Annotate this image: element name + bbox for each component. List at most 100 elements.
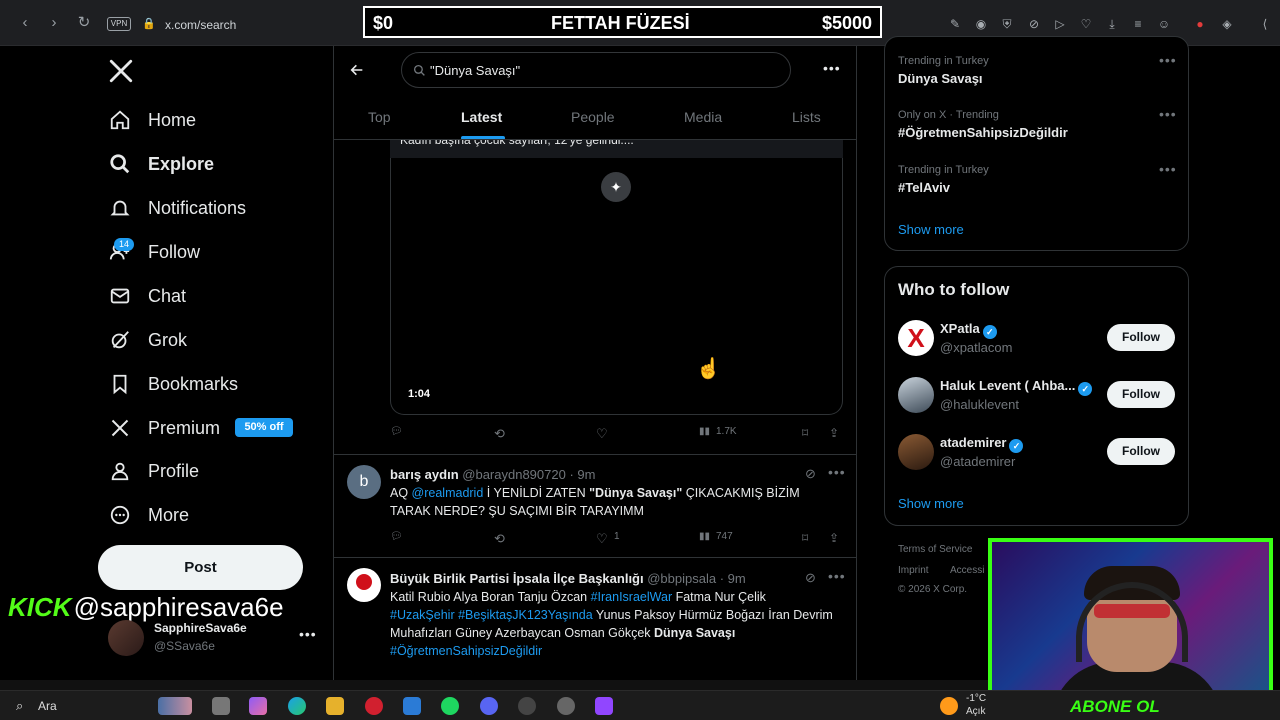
follow-button[interactable]: Follow xyxy=(1107,381,1175,408)
tab-latest[interactable]: Latest xyxy=(461,109,502,125)
opera-icon[interactable] xyxy=(365,697,383,715)
sparkle-icon[interactable]: ✦ xyxy=(601,172,631,202)
edge-icon[interactable] xyxy=(288,697,306,715)
x-logo-icon[interactable] xyxy=(108,58,134,84)
sidebar-item-notifications[interactable]: Notifications xyxy=(108,193,246,223)
vpn-badge[interactable]: VPN xyxy=(107,17,131,31)
account-icon[interactable]: ☺ xyxy=(1157,17,1171,31)
extension-icon[interactable]: ● xyxy=(1193,17,1207,31)
avatar[interactable] xyxy=(898,434,934,470)
trend-menu-icon[interactable]: ••• xyxy=(1159,161,1177,177)
mention-link[interactable]: @realmadrid xyxy=(412,486,484,500)
copilot-icon[interactable] xyxy=(249,697,267,715)
tweet-author[interactable]: barış aydın @baraydn890720 · 9m xyxy=(390,467,595,482)
reply-icon[interactable]: 💬︎ xyxy=(390,531,403,542)
camera-icon[interactable]: ◉ xyxy=(974,17,988,31)
twitch-icon[interactable] xyxy=(595,697,613,715)
search-input[interactable]: "Dünya Savaşı" xyxy=(401,52,791,88)
follow-account-name[interactable]: Haluk Levent ( Ahba... ✓ xyxy=(940,378,1093,396)
task-view-icon[interactable] xyxy=(212,697,230,715)
widget-icon[interactable] xyxy=(158,697,192,715)
trend-menu-icon[interactable]: ••• xyxy=(1159,106,1177,122)
menu-icon[interactable]: ≡ xyxy=(1131,17,1145,31)
tab-lists[interactable]: Lists xyxy=(792,109,821,125)
cube-icon[interactable]: ◈ xyxy=(1220,17,1234,31)
avatar[interactable] xyxy=(108,620,144,656)
post-button[interactable]: Post xyxy=(98,545,303,590)
block-icon[interactable]: ⊘ xyxy=(1027,17,1041,31)
tweet-author[interactable]: Büyük Birlik Partisi İpsala İlçe Başkanl… xyxy=(390,571,746,586)
sidebar-item-profile[interactable]: Profile xyxy=(108,456,199,486)
tab-media[interactable]: Media xyxy=(684,109,722,125)
trend-menu-icon[interactable]: ••• xyxy=(1159,52,1177,68)
follow-account-name[interactable]: XPatla ✓ xyxy=(940,321,997,339)
sidebar-item-more[interactable]: More xyxy=(108,500,189,530)
avatar[interactable]: b xyxy=(347,465,381,499)
avatar[interactable] xyxy=(347,568,381,602)
follow-button[interactable]: Follow xyxy=(1107,438,1175,465)
download-icon[interactable]: ⤓ xyxy=(1105,17,1119,31)
hashtag-link[interactable]: #BeşiktaşJK123Yaşında xyxy=(458,608,593,622)
terms-link[interactable]: Terms of Service xyxy=(898,544,972,555)
address-bar[interactable]: x.com/search xyxy=(165,18,236,32)
spotify-icon[interactable] xyxy=(441,697,459,715)
sidebar-item-grok[interactable]: Grok xyxy=(108,325,187,355)
hashtag-link[interactable]: #IranIsraelWar xyxy=(591,590,673,604)
play-icon[interactable]: ▷ xyxy=(1053,17,1067,31)
follow-account-name[interactable]: atademirer ✓ xyxy=(940,435,1024,453)
show-more-link[interactable]: Show more xyxy=(898,496,964,511)
sidebar-item-home[interactable]: Home xyxy=(108,105,196,135)
back-arrow-icon[interactable]: ‹ xyxy=(16,14,34,32)
show-more-link[interactable]: Show more xyxy=(898,222,964,237)
sidebar-item-chat[interactable]: Chat xyxy=(108,281,186,311)
tweet-menu-icon[interactable]: ••• xyxy=(828,568,846,584)
reload-icon[interactable]: ↻ xyxy=(75,14,93,32)
trend-name[interactable]: #TelAviv xyxy=(898,180,950,195)
horizontal-scrollbar[interactable] xyxy=(0,680,988,690)
edit-icon[interactable]: ✎ xyxy=(948,17,962,31)
shield-icon[interactable]: ⛨ xyxy=(1000,17,1014,31)
more-options-icon[interactable]: ••• xyxy=(823,60,841,76)
hashtag-link[interactable]: #UzakŞehir xyxy=(390,608,455,622)
like-icon[interactable]: ♡ xyxy=(596,426,608,442)
hashtag-link[interactable]: #ÖğretmenSahipsizDeğildir xyxy=(390,644,542,658)
accessibility-link[interactable]: Accessi xyxy=(950,565,984,576)
sidebar-item-explore[interactable]: Explore xyxy=(108,149,214,179)
views-icon[interactable]: ▮▮ xyxy=(699,531,710,542)
sidebar-item-premium[interactable]: Premium xyxy=(108,413,220,443)
folder-icon[interactable] xyxy=(326,697,344,715)
tweet-menu-icon[interactable]: ••• xyxy=(828,464,846,480)
trend-name[interactable]: Dünya Savaşı xyxy=(898,71,983,86)
search-icon[interactable]: ⌕ xyxy=(16,698,23,714)
heart-icon[interactable]: ♡ xyxy=(1079,17,1093,31)
sidebar-item-bookmarks[interactable]: Bookmarks xyxy=(108,369,238,399)
mail-app-icon[interactable] xyxy=(403,697,421,715)
grok-icon[interactable]: ⊘ xyxy=(805,570,816,586)
views-icon[interactable]: ▮▮ xyxy=(699,426,710,437)
sidebar-icon[interactable]: ⟨ xyxy=(1258,17,1272,31)
premium-discount-pill[interactable]: 50% off xyxy=(235,418,293,437)
discord-icon[interactable] xyxy=(480,697,498,715)
trend-name[interactable]: #ÖğretmenSahipsizDeğildir xyxy=(898,125,1068,140)
imprint-link[interactable]: Imprint xyxy=(898,565,929,576)
media-player-icon[interactable] xyxy=(518,697,536,715)
taskbar-search[interactable]: Ara xyxy=(38,699,57,713)
forward-arrow-icon[interactable]: › xyxy=(45,14,63,32)
avatar[interactable]: X xyxy=(898,320,934,356)
bookmark-icon[interactable]: ⌑ xyxy=(802,531,808,545)
share-icon[interactable]: ⇪ xyxy=(829,426,839,440)
like-icon[interactable]: ♡ xyxy=(596,531,608,547)
follow-button[interactable]: Follow xyxy=(1107,324,1175,351)
account-menu-icon[interactable]: ••• xyxy=(299,626,317,642)
tab-top[interactable]: Top xyxy=(368,109,391,125)
steam-icon[interactable] xyxy=(557,697,575,715)
avatar[interactable] xyxy=(898,377,934,413)
share-icon[interactable]: ⇪ xyxy=(829,531,839,545)
back-arrow-icon[interactable] xyxy=(348,62,366,78)
retweet-icon[interactable]: ⟲ xyxy=(494,426,505,442)
retweet-icon[interactable]: ⟲ xyxy=(494,531,505,547)
reply-icon[interactable]: 💬︎ xyxy=(390,426,403,437)
tab-people[interactable]: People xyxy=(571,109,615,125)
bookmark-icon[interactable]: ⌑ xyxy=(802,426,808,440)
grok-icon[interactable]: ⊘ xyxy=(805,466,816,482)
